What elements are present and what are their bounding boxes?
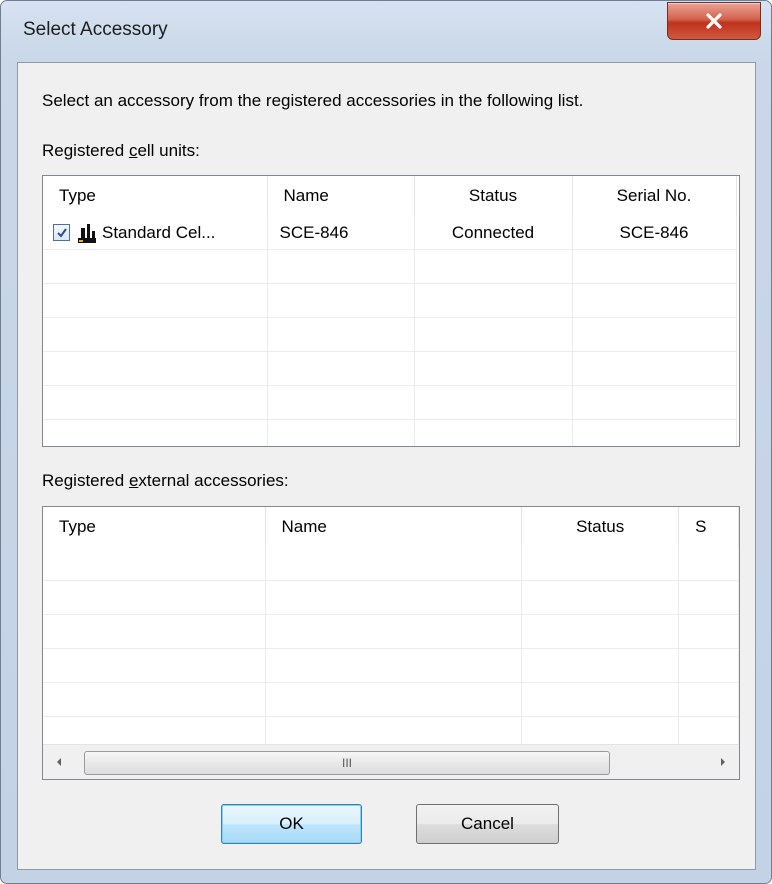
empty-row — [43, 283, 737, 318]
row-status-cell: Connected — [414, 216, 573, 250]
column-header-serial[interactable]: Serial No. — [572, 176, 737, 216]
cell-units-table: Type Name Status Serial No. Standard Cel… — [43, 176, 737, 446]
column-header-type[interactable]: Type — [43, 176, 268, 216]
scroll-left-button[interactable] — [49, 752, 69, 772]
accessory-checkbox[interactable] — [53, 224, 70, 241]
column-header-status[interactable]: Status — [414, 176, 573, 216]
external-header: Type Name Status S — [43, 507, 739, 547]
instruction-text: Select an accessory from the registered … — [42, 91, 584, 110]
cell-unit-icon — [78, 223, 96, 243]
ok-button[interactable]: OK — [221, 804, 362, 844]
empty-row — [43, 580, 739, 615]
empty-row — [43, 317, 737, 352]
row-serial-cell: SCE-846 — [572, 216, 737, 250]
table-row[interactable]: Standard Cel... SCE-846 Connected SCE-84… — [43, 216, 737, 250]
scroll-left-icon — [57, 758, 61, 766]
column-header-name[interactable]: Name — [267, 176, 415, 216]
external-accessories-list[interactable]: Type Name Status S III — [42, 506, 740, 780]
ext-column-header-status[interactable]: Status — [521, 507, 680, 547]
scroll-right-icon — [721, 758, 725, 766]
cell-units-header: Type Name Status Serial No. — [43, 176, 737, 216]
horizontal-scrollbar[interactable]: III — [43, 744, 739, 779]
dialog-body: Select an accessory from the registered … — [17, 62, 756, 870]
empty-row — [43, 648, 739, 683]
empty-row — [43, 682, 739, 717]
scrollbar-thumb[interactable]: III — [84, 751, 610, 775]
external-accessories-label: Registered external accessories: — [42, 471, 289, 490]
scroll-right-button[interactable] — [713, 752, 733, 772]
close-button[interactable] — [667, 2, 761, 40]
close-icon — [706, 13, 722, 29]
empty-row — [43, 547, 739, 581]
scrollbar-grip: III — [341, 756, 352, 770]
ext-column-header-type[interactable]: Type — [43, 507, 266, 547]
cell-units-label: Registered cell units: — [42, 141, 200, 160]
empty-row — [43, 385, 737, 420]
cell-units-list[interactable]: Type Name Status Serial No. Standard Cel… — [42, 175, 740, 447]
empty-row — [43, 351, 737, 386]
empty-row — [43, 614, 739, 649]
dialog-window: Select Accessory Select an accessory fro… — [0, 0, 772, 884]
ext-column-header-serial[interactable]: S — [678, 507, 739, 547]
row-name-cell: SCE-846 — [267, 216, 415, 250]
row-type-text: Standard Cel... — [102, 222, 216, 242]
empty-row — [43, 419, 737, 446]
checkmark-icon — [56, 227, 67, 238]
ext-column-header-name[interactable]: Name — [265, 507, 523, 547]
dialog-title: Select Accessory — [23, 19, 168, 40]
external-accessories-table: Type Name Status S — [43, 507, 739, 751]
cancel-button[interactable]: Cancel — [416, 804, 559, 844]
empty-row — [43, 249, 737, 284]
cell-type-group: Standard Cel... — [53, 222, 255, 244]
